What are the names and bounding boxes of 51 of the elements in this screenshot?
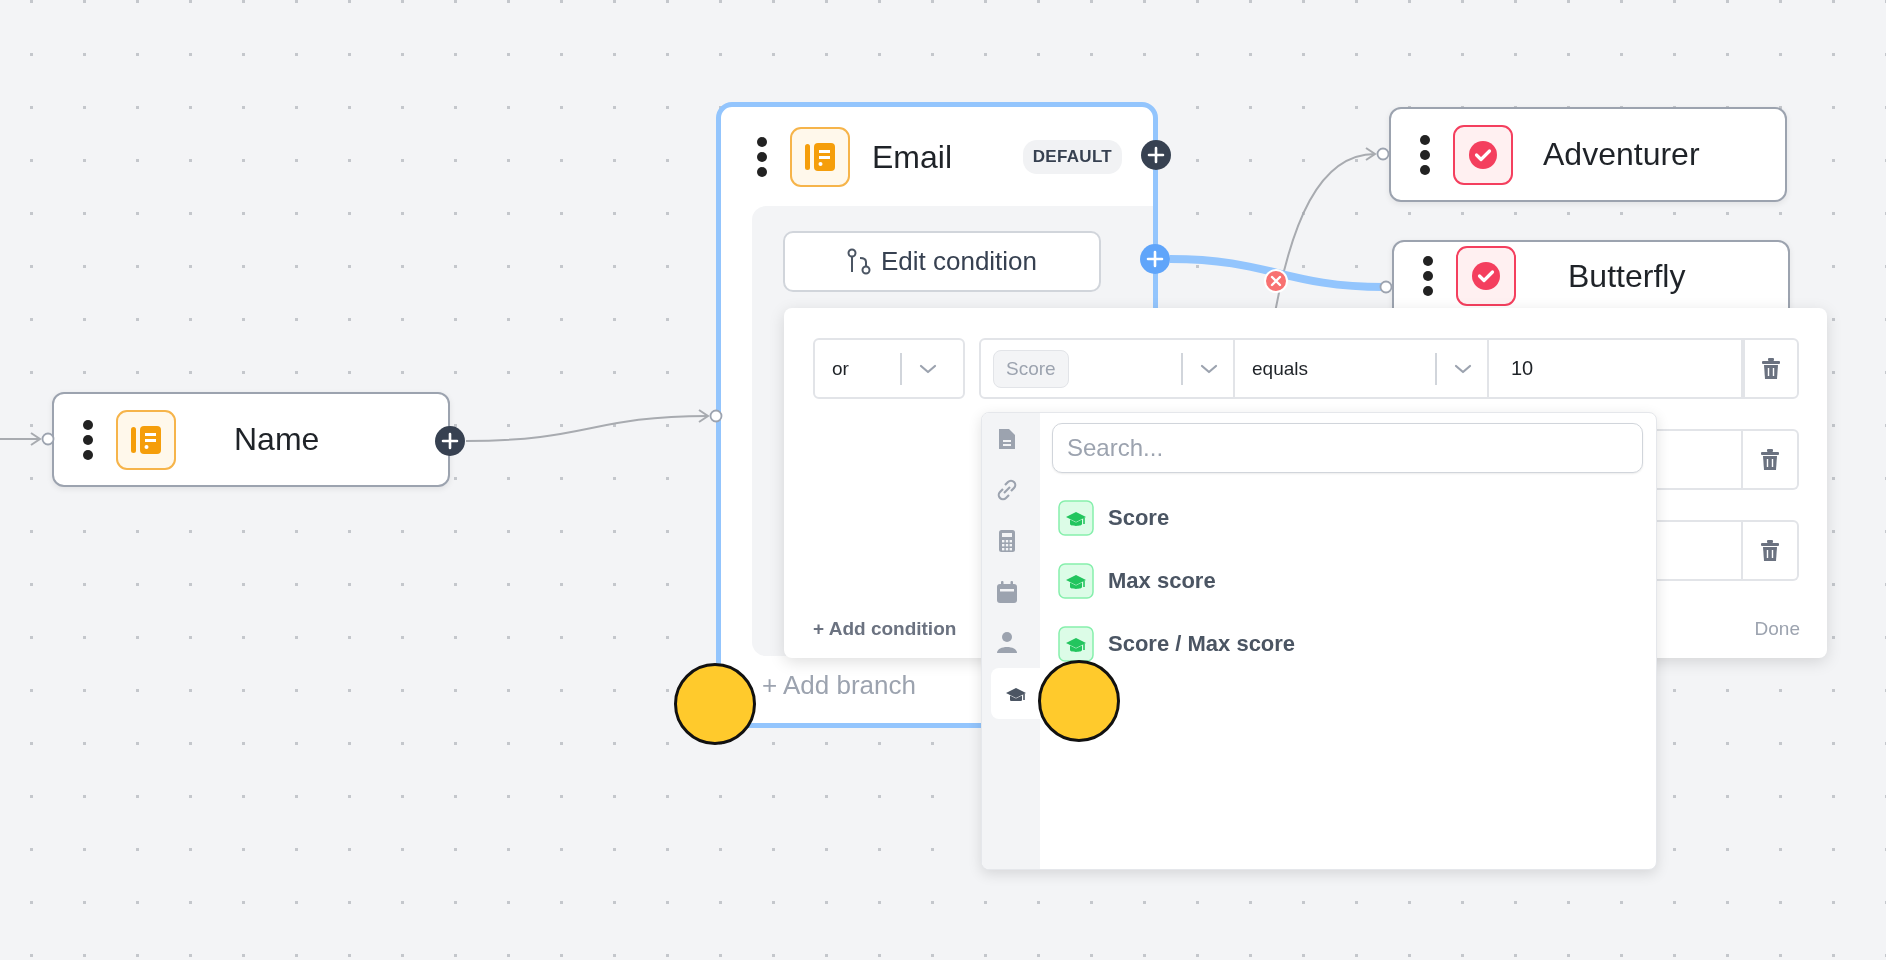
connection-port-icon[interactable] [709,409,723,423]
delete-button[interactable] [1743,338,1799,399]
graduation-cap-icon [1058,625,1094,662]
drag-handle-icon[interactable] [82,418,94,461]
connector-line[interactable] [0,432,42,446]
trash-icon [1762,357,1780,380]
edit-condition-button[interactable]: Edit condition [783,231,1101,292]
calculator-icon [997,528,1016,553]
drag-handle-icon[interactable] [1422,255,1434,297]
add-condition-link[interactable]: + Add condition [813,618,957,640]
group-title: Email [872,138,952,176]
chevron-down-icon [1453,362,1473,375]
variable-tag: Score [993,349,1069,388]
delete-icon[interactable] [1264,269,1288,293]
variable-option[interactable]: Score [1052,486,1643,549]
node-title: Butterfly [1568,258,1686,295]
text-input-icon [116,409,176,470]
link-icon [995,478,1018,501]
category-tab[interactable] [991,668,1040,719]
node-card[interactable]: Adventurer [1389,107,1787,202]
variable-option[interactable]: Score / Max score [1052,612,1643,675]
default-badge: DEFAULT [1022,140,1122,174]
graduation-cap-icon [1004,686,1027,701]
document-icon [997,427,1016,450]
connection-port-icon[interactable] [41,432,55,446]
chevron-down-icon [918,362,938,375]
delete-button[interactable] [1743,429,1799,490]
person-icon [995,631,1018,654]
trash-icon [1761,448,1779,471]
connection-port-icon[interactable] [1376,147,1390,161]
value-field[interactable]: 10 [1489,338,1743,399]
drag-handle-icon[interactable] [756,136,768,178]
delete-button[interactable] [1743,520,1799,581]
logic-select[interactable]: or [813,338,965,399]
calendar-icon [995,579,1018,604]
variable-option[interactable]: Max score [1052,549,1643,612]
node-title: Adventurer [1543,136,1700,173]
search-field[interactable]: Search... [1052,423,1643,473]
text-input-icon [790,127,850,187]
add-icon[interactable] [434,425,466,457]
connection-port-icon[interactable] [1379,280,1393,294]
operator-select[interactable]: equals [1235,338,1489,399]
add-icon[interactable] [1140,139,1172,171]
trash-icon [1761,539,1779,562]
branch-icon [846,247,871,276]
graduation-cap-icon [1058,562,1094,599]
drag-handle-icon[interactable] [1419,133,1431,176]
node-title: Name [234,421,320,458]
graduation-cap-icon [1058,499,1094,536]
chevron-down-icon [1199,362,1219,375]
node-card[interactable]: Name [52,392,450,487]
